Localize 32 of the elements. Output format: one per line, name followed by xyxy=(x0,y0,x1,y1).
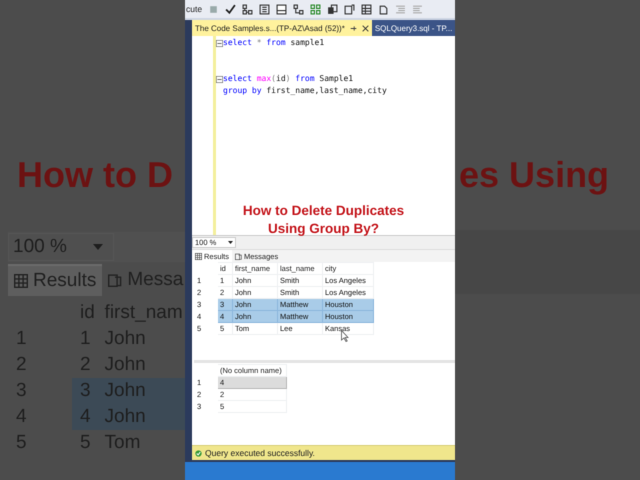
table-cell: 3 xyxy=(72,378,97,404)
grid-icon xyxy=(14,274,28,288)
collapse-icon[interactable] xyxy=(216,40,223,46)
caret-icon xyxy=(228,241,233,244)
execute-button[interactable]: cute xyxy=(186,4,202,14)
layout-icon[interactable] xyxy=(276,4,288,14)
document-icon[interactable] xyxy=(378,4,390,14)
status-text: Query executed successfully. xyxy=(205,448,315,458)
collapse-icon[interactable] xyxy=(216,76,223,82)
video-heading: es Using xyxy=(459,153,610,197)
table-cell: 4 xyxy=(72,404,97,430)
document-icon[interactable] xyxy=(344,4,356,14)
document-icon[interactable] xyxy=(259,4,270,14)
caret-icon xyxy=(93,244,103,250)
message-icon xyxy=(235,252,242,260)
cursor-icon xyxy=(341,330,349,342)
document-tab[interactable]: The Code Samples.s...(TP-AZ\Asad (52))* xyxy=(192,20,372,36)
table-cell: John xyxy=(96,378,185,404)
video-heading: How to D xyxy=(17,153,174,197)
table-cell: John xyxy=(96,404,185,430)
code-line: group by first_name,last_name,city xyxy=(223,85,387,97)
grid-icon xyxy=(195,252,202,260)
message-icon xyxy=(108,273,122,287)
close-icon[interactable] xyxy=(362,24,369,32)
code-line: select max(id) from Sample1 xyxy=(223,73,354,85)
check-icon[interactable] xyxy=(225,4,236,14)
copy-icon[interactable] xyxy=(327,4,338,14)
code-line: select * from sample1 xyxy=(223,37,324,49)
grid-icon[interactable] xyxy=(361,4,372,14)
document-tab[interactable]: SQLQuery3.sql - TP... xyxy=(372,20,455,36)
success-icon xyxy=(195,450,202,456)
video-title: How to Delete Duplicates Using Group By? xyxy=(242,202,406,238)
